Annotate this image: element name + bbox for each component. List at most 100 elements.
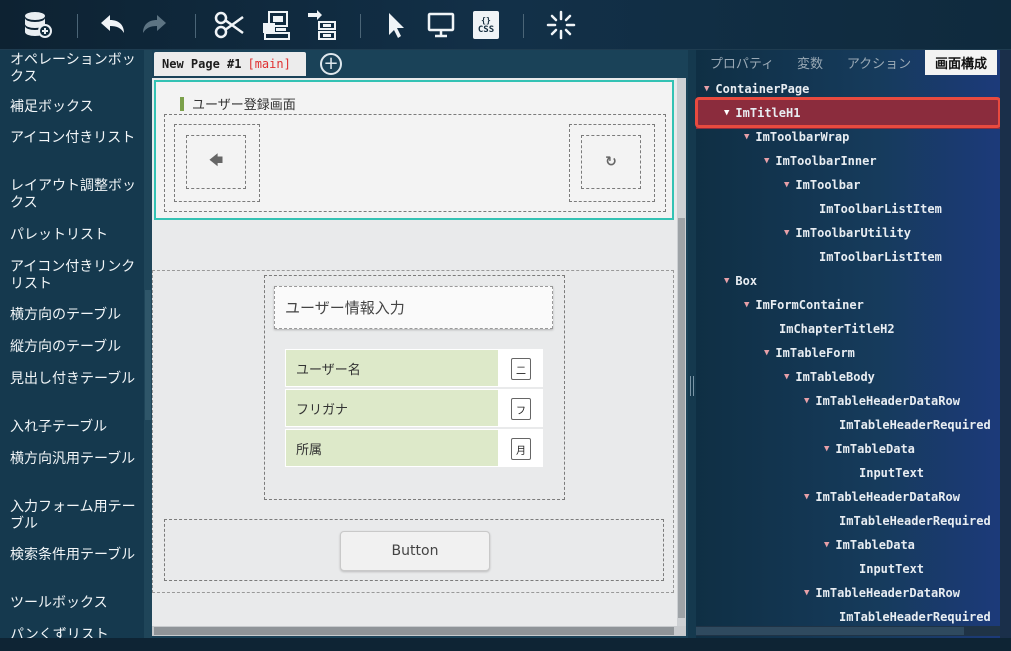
add-tab-button[interactable]: + bbox=[320, 53, 342, 75]
page-canvas[interactable]: ユーザー登録画面 🡄 ↻ ユーザー情報入力 ユーザー名 二 フリガナ フ 所属 … bbox=[152, 78, 677, 628]
tree-item[interactable]: ▼ Box bbox=[724, 271, 757, 291]
tab-actions[interactable]: アクション bbox=[838, 50, 920, 75]
tree-item-label: ImToolbarListItem bbox=[819, 202, 942, 216]
tab-screen-structure[interactable]: 画面構成 bbox=[925, 50, 997, 75]
tree-expand-icon[interactable]: ▼ bbox=[724, 276, 729, 286]
tree-item-label: ImTableHeaderDataRow bbox=[815, 586, 960, 600]
toolbar-list[interactable]: 🡄 bbox=[174, 124, 260, 202]
palette-item[interactable]: 縦方向のテーブル bbox=[10, 339, 138, 356]
tree-expand-icon[interactable]: ▼ bbox=[704, 84, 709, 94]
palette-scrollbar[interactable] bbox=[144, 50, 152, 638]
tree-item-label: ImTableHeaderRequired bbox=[839, 514, 991, 528]
loading-icon[interactable] bbox=[544, 8, 578, 42]
tree-expand-icon[interactable]: ▼ bbox=[804, 492, 809, 502]
palette-item[interactable]: 見出し付きテーブル bbox=[10, 371, 138, 388]
palette-item[interactable]: 補足ボックス bbox=[10, 99, 138, 116]
palette-item[interactable]: 検索条件用テーブル bbox=[10, 547, 138, 564]
tree-item-label: ImTableHeaderRequired bbox=[839, 610, 991, 624]
palette-item[interactable]: 入力フォーム用テーブル bbox=[10, 499, 138, 533]
tree-expand-icon[interactable]: ▼ bbox=[804, 588, 809, 598]
toolbar-wrap[interactable]: 🡄 ↻ bbox=[164, 114, 666, 212]
database-icon[interactable] bbox=[20, 8, 54, 42]
monitor-icon[interactable] bbox=[424, 8, 458, 42]
canvas-vertical-scrollbar-thumb[interactable] bbox=[678, 218, 685, 618]
panel-splitter[interactable] bbox=[688, 50, 696, 638]
reload-button[interactable]: ↻ bbox=[581, 135, 641, 189]
tree-item[interactable]: ▼ ImTableHeaderDataRow bbox=[804, 391, 960, 411]
palette-item[interactable]: パレットリスト bbox=[10, 227, 138, 244]
palette-item[interactable]: パンくずリスト bbox=[10, 627, 138, 638]
tree-item[interactable]: ImTableHeaderRequired bbox=[824, 415, 991, 435]
tree-expand-icon[interactable]: ▼ bbox=[724, 108, 729, 118]
undo-icon[interactable] bbox=[95, 8, 129, 42]
tree-expand-icon[interactable]: ▼ bbox=[784, 180, 789, 190]
reload-icon: ↻ bbox=[605, 154, 617, 170]
tree-item[interactable]: ▼ ImTableData bbox=[824, 535, 915, 555]
tree-expand-icon[interactable]: ▼ bbox=[784, 372, 789, 382]
tree-item[interactable]: ▼ ImTableData bbox=[824, 439, 915, 459]
tree-item[interactable]: ▼ ImFormContainer bbox=[744, 295, 864, 315]
tree-expand-icon[interactable]: ▼ bbox=[744, 132, 749, 142]
toolbar-separator bbox=[523, 14, 524, 38]
palette-item[interactable]: ツールボックス bbox=[10, 595, 138, 612]
tree-item[interactable]: ▼ ImToolbarInner bbox=[764, 151, 877, 171]
tree-item[interactable]: ▼ ContainerPage bbox=[704, 79, 809, 99]
tree-expand-icon[interactable]: ▼ bbox=[764, 156, 769, 166]
css-icon[interactable]: {} CSS bbox=[469, 8, 503, 42]
tree-item-label: ImTableForm bbox=[775, 346, 855, 360]
tree-item-label: InputText bbox=[859, 562, 925, 576]
component-icon[interactable] bbox=[260, 8, 294, 42]
tab-variables[interactable]: 変数 bbox=[788, 50, 832, 75]
palette-scrollbar-thumb[interactable] bbox=[145, 290, 151, 420]
tree-item[interactable]: ▼ ImTitleH1 bbox=[724, 103, 800, 123]
tab-page-1[interactable]: New Page #1 [main] bbox=[154, 52, 306, 76]
back-button[interactable]: 🡄 bbox=[186, 135, 246, 189]
cut-icon[interactable] bbox=[212, 8, 246, 42]
tree-item[interactable]: ImToolbarListItem bbox=[804, 199, 942, 219]
tree-item[interactable]: ImTableHeaderRequired bbox=[824, 511, 991, 531]
tree-item[interactable]: ImToolbarListItem bbox=[804, 247, 942, 267]
title-h1[interactable]: ユーザー登録画面 🡄 ↻ bbox=[154, 80, 674, 220]
toolbar-separator bbox=[195, 14, 196, 38]
palette-item[interactable]: オペレーションボックス bbox=[10, 52, 138, 86]
tree-item[interactable]: ImTableHeaderRequired bbox=[824, 607, 991, 627]
tree-expand-icon[interactable]: ▼ bbox=[824, 444, 829, 454]
tree-expand-icon[interactable]: ▼ bbox=[824, 540, 829, 550]
redo-icon[interactable] bbox=[138, 8, 172, 42]
canvas-horizontal-scrollbar-thumb[interactable] bbox=[154, 627, 674, 635]
tree-item[interactable]: ▼ ImToolbar bbox=[784, 175, 860, 195]
tree-item-label: ImTableHeaderDataRow bbox=[815, 394, 960, 408]
canvas-horizontal-scrollbar[interactable] bbox=[152, 626, 686, 636]
tree-move-icon[interactable] bbox=[304, 8, 338, 42]
palette-item[interactable]: アイコン付きリンクリスト bbox=[10, 259, 138, 293]
tree-item-label: ImTableData bbox=[835, 442, 915, 456]
pointer-icon[interactable] bbox=[378, 8, 412, 42]
canvas-vertical-scrollbar[interactable] bbox=[677, 78, 686, 628]
palette-item[interactable]: レイアウト調整ボックス bbox=[10, 178, 138, 212]
tab-properties[interactable]: プロパティ bbox=[702, 50, 782, 75]
tree-item[interactable]: ImChapterTitleH2 bbox=[764, 319, 895, 339]
tree-horizontal-scrollbar-thumb[interactable] bbox=[696, 627, 964, 635]
tree-item[interactable]: ▼ ImTableHeaderDataRow bbox=[804, 583, 960, 603]
tree-item[interactable]: ▼ ImTableHeaderDataRow bbox=[804, 487, 960, 507]
tree-expand-icon[interactable]: ▼ bbox=[784, 228, 789, 238]
tree-item[interactable]: InputText bbox=[844, 463, 924, 483]
tree-item[interactable]: ▼ ImTableBody bbox=[784, 367, 875, 387]
status-bar bbox=[0, 638, 1011, 651]
toolbar-utility[interactable]: ↻ bbox=[569, 124, 655, 202]
tree-item-label: ImToolbarUtility bbox=[795, 226, 912, 240]
palette-item[interactable]: 横方向のテーブル bbox=[10, 307, 138, 324]
tree-item-label: ImToolbarListItem bbox=[819, 250, 942, 264]
tree-expand-icon[interactable]: ▼ bbox=[764, 348, 769, 358]
tree-item[interactable]: ▼ ImToolbarUtility bbox=[784, 223, 911, 243]
tree-item[interactable]: ▼ ImTableForm bbox=[764, 343, 855, 363]
tree-vertical-scrollbar[interactable] bbox=[1000, 50, 1011, 638]
palette-item[interactable]: 入れ子テーブル bbox=[10, 419, 138, 436]
tree-expand-icon[interactable]: ▼ bbox=[744, 300, 749, 310]
tree-item[interactable]: ▼ ImToolbarWrap bbox=[744, 127, 849, 147]
palette-item[interactable]: アイコン付きリスト bbox=[10, 130, 138, 147]
tree-horizontal-scrollbar[interactable] bbox=[696, 626, 1000, 636]
tree-expand-icon[interactable]: ▼ bbox=[804, 396, 809, 406]
tree-item[interactable]: InputText bbox=[844, 559, 924, 579]
palette-item[interactable]: 横方向汎用テーブル bbox=[10, 451, 138, 468]
